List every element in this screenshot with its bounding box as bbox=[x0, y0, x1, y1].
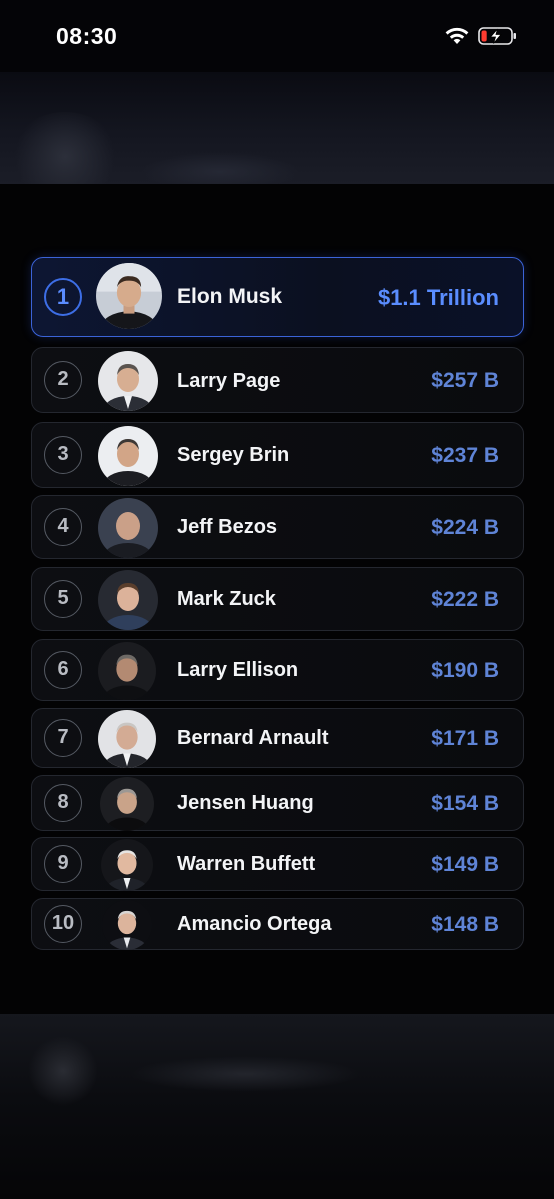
jeff-bezos-avatar bbox=[98, 498, 158, 558]
net-worth: $1.1 Trillion bbox=[377, 285, 499, 310]
leaderboard-row-5[interactable]: 5 Mark Zuck $222 B bbox=[31, 567, 524, 631]
net-worth: $222 B bbox=[431, 588, 499, 611]
blurred-background-top bbox=[0, 72, 554, 184]
person-name: Mark Zuck bbox=[177, 588, 276, 610]
blurred-background-bottom bbox=[0, 1014, 554, 1199]
rank-badge: 1 bbox=[44, 278, 82, 316]
net-worth: $148 B bbox=[431, 913, 499, 936]
amancio-ortega-avatar bbox=[102, 900, 152, 950]
elon-musk-avatar bbox=[96, 263, 162, 329]
person-name: Sergey Brin bbox=[177, 444, 290, 466]
rank-badge: 8 bbox=[44, 784, 82, 822]
jensen-huang-avatar bbox=[100, 777, 154, 831]
net-worth: $190 B bbox=[431, 659, 499, 682]
person-name: Warren Buffett bbox=[177, 853, 316, 875]
leaderboard-row-10[interactable]: 10 Amancio Ortega $148 B bbox=[31, 898, 524, 950]
status-time: 08:30 bbox=[56, 23, 118, 49]
rank-badge: 6 bbox=[44, 651, 82, 689]
person-name: Elon Musk bbox=[177, 285, 283, 308]
rank-badge: 7 bbox=[44, 719, 82, 757]
person-name: Bernard Arnault bbox=[177, 727, 329, 749]
leaderboard-row-9[interactable]: 9 Warren Buffett $149 B bbox=[31, 837, 524, 891]
leaderboard-row-2[interactable]: 2 Larry Page $257 B bbox=[31, 347, 524, 413]
rank-badge: 9 bbox=[44, 845, 82, 883]
leaderboard-row-6[interactable]: 6 Larry Ellison $190 B bbox=[31, 639, 524, 701]
warren-buffett-avatar bbox=[101, 839, 153, 891]
sergey-brin-avatar bbox=[98, 426, 158, 486]
leaderboard-row-3[interactable]: 3 Sergey Brin $237 B bbox=[31, 422, 524, 488]
larry-page-avatar bbox=[98, 351, 158, 411]
net-worth: $257 B bbox=[431, 369, 499, 392]
larry-ellison-avatar bbox=[98, 642, 156, 700]
leaderboard-row-4[interactable]: 4 Jeff Bezos $224 B bbox=[31, 495, 524, 559]
person-name: Larry Ellison bbox=[177, 659, 299, 681]
mark-zuck-avatar bbox=[98, 570, 158, 630]
rank-badge: 2 bbox=[44, 361, 82, 399]
leaderboard-row-8[interactable]: 8 Jensen Huang $154 B bbox=[31, 775, 524, 831]
net-worth: $154 B bbox=[431, 792, 499, 815]
wifi-icon bbox=[445, 27, 469, 44]
rank-badge: 10 bbox=[44, 905, 82, 943]
person-name: Amancio Ortega bbox=[177, 913, 332, 935]
net-worth: $171 B bbox=[431, 727, 499, 750]
rank-badge: 5 bbox=[44, 580, 82, 618]
leaderboard-row-7[interactable]: 7 Bernard Arnault $171 B bbox=[31, 708, 524, 768]
rank-badge: 4 bbox=[44, 508, 82, 546]
status-bar: 08:30 bbox=[0, 0, 554, 72]
leaderboard-panel: 1 Elon Musk $1.1 Trillion 2 Larry Page $… bbox=[0, 184, 554, 1014]
bernard-arnault-avatar bbox=[98, 710, 156, 768]
battery-charging-icon bbox=[478, 27, 516, 45]
net-worth: $149 B bbox=[431, 853, 499, 876]
leaderboard-row-1[interactable]: 1 Elon Musk $1.1 Trillion bbox=[31, 257, 524, 337]
rank-badge: 3 bbox=[44, 436, 82, 474]
person-name: Jeff Bezos bbox=[177, 516, 278, 538]
screen: 08:30 1 Elon Musk $1.1 Trillion 2 Larry … bbox=[0, 0, 554, 1199]
person-name: Jensen Huang bbox=[177, 792, 314, 814]
net-worth: $237 B bbox=[431, 444, 499, 467]
person-name: Larry Page bbox=[177, 370, 281, 392]
net-worth: $224 B bbox=[431, 516, 499, 539]
